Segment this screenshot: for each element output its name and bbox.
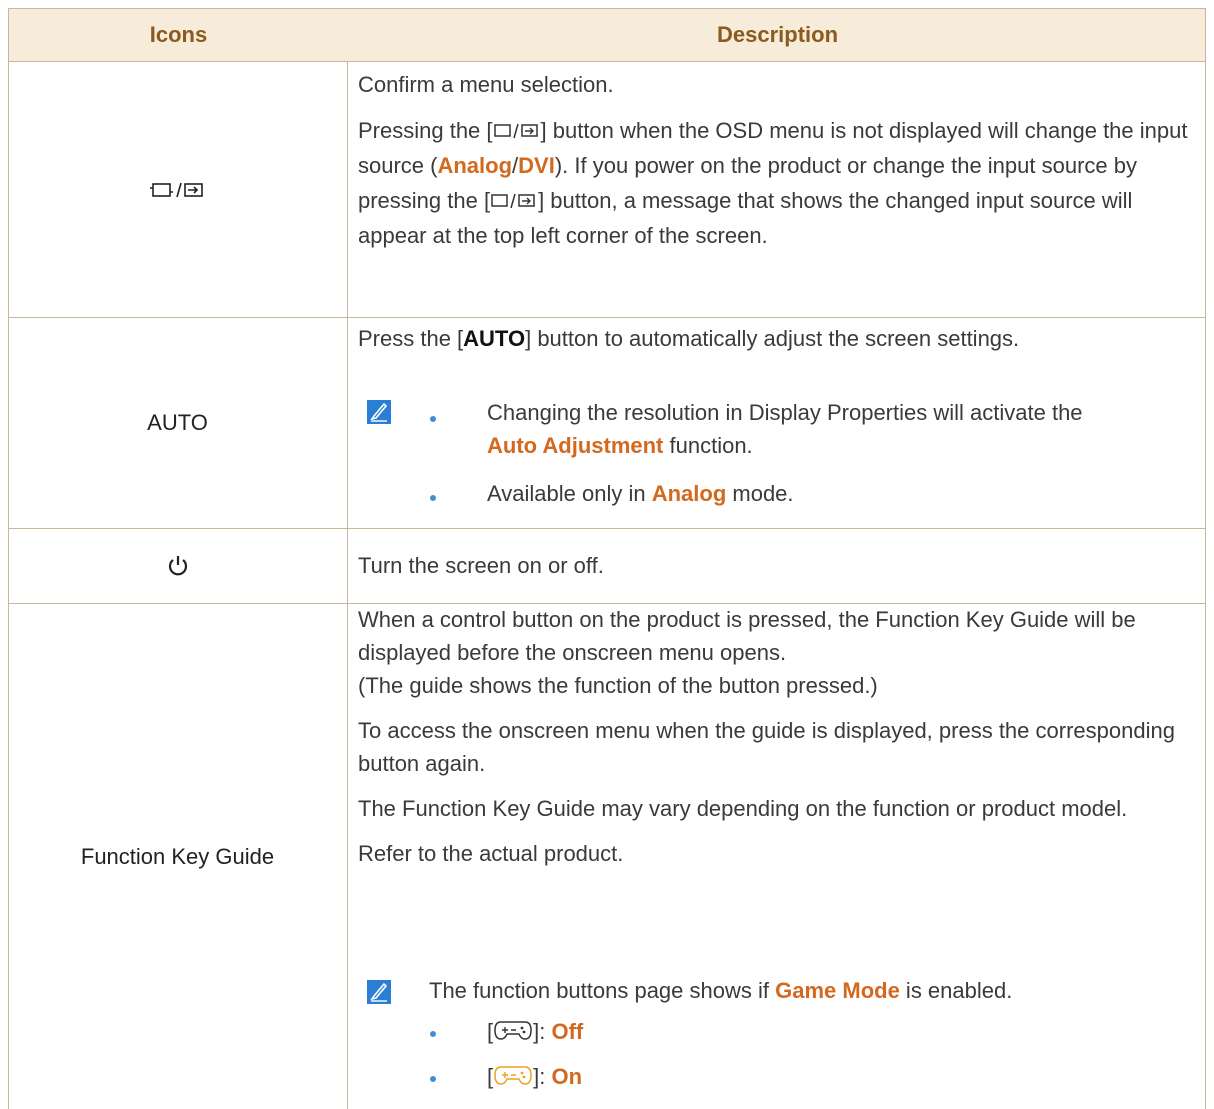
source-enter-icon — [493, 123, 538, 139]
power-icon — [8, 529, 347, 603]
fkg-paragraph-1: When a control button on the product is … — [358, 607, 1136, 665]
text: Press the [ — [358, 326, 464, 351]
source-enter-icon — [491, 193, 535, 209]
source-desc-line1: Confirm a menu selection. — [358, 72, 614, 97]
analog-highlight: Analog — [651, 481, 727, 506]
game-mode-note: The function buttons page shows if Game … — [429, 974, 1189, 1007]
function-key-guide-label: Function Key Guide — [80, 843, 275, 869]
fkg-paragraph-1b: (The guide shows the function of the but… — [358, 673, 878, 698]
auto-desc-line: Press the [AUTO] button to automatically… — [358, 322, 1198, 355]
auto-bullet-2: Available only in Analog mode. — [487, 477, 1187, 510]
power-description: Turn the screen on or off. — [358, 553, 604, 578]
auto-adjustment-highlight: Auto Adjustment — [487, 433, 664, 458]
fkg-description: When a control button on the product is … — [358, 603, 1198, 870]
auto-icon-label: AUTO — [147, 410, 208, 435]
source-enter-icon — [8, 62, 347, 317]
gamepad-icon — [494, 1066, 532, 1085]
text: is enabled. — [899, 978, 1013, 1003]
auto-keyword: AUTO — [463, 326, 526, 351]
auto-bullet-1: Changing the resolution in Display Prope… — [487, 396, 1187, 462]
source-description: Confirm a menu selection. Pressing the [… — [358, 68, 1198, 253]
auto-description: Press the [AUTO] button to automatically… — [358, 322, 1198, 355]
note-pencil-icon — [367, 400, 391, 424]
text: ]: — [533, 1064, 552, 1089]
text: Pressing the [ — [358, 118, 493, 143]
text: ] button to automatically adjust the scr… — [525, 326, 1020, 351]
source-desc-paragraph: Pressing the [] button when the OSD menu… — [358, 113, 1198, 253]
fkg-paragraph-2: To access the onscreen menu when the gui… — [358, 718, 1175, 776]
table-header: Icons Description — [8, 8, 1206, 62]
text: Changing the resolution in Display Prope… — [487, 400, 1083, 425]
game-mode-highlight: Game Mode — [775, 978, 900, 1003]
on-label: On — [551, 1064, 583, 1089]
off-label: Off — [551, 1019, 584, 1044]
bullet-dot — [430, 1076, 436, 1082]
fkg-paragraph-4: Refer to the actual product. — [358, 841, 624, 866]
note-pencil-icon — [367, 980, 391, 1004]
bullet-dot — [430, 416, 436, 422]
game-off-item: []: Off — [487, 1015, 583, 1048]
text: ]: — [533, 1019, 552, 1044]
bullet-dot — [430, 495, 436, 501]
analog-highlight: Analog — [437, 153, 513, 178]
fkg-paragraph-3: The Function Key Guide may vary dependin… — [358, 796, 1128, 821]
game-on-item: []: On — [487, 1060, 582, 1093]
header-description: Description — [716, 22, 839, 47]
text: function. — [663, 433, 753, 458]
text: Available only in — [487, 481, 652, 506]
gamepad-icon — [494, 1021, 532, 1040]
header-icons: Icons — [149, 22, 208, 47]
text: mode. — [726, 481, 794, 506]
text: The function buttons page shows if — [429, 978, 776, 1003]
dvi-highlight: DVI — [518, 153, 555, 178]
bullet-dot — [430, 1031, 436, 1037]
table-border-right — [1205, 8, 1206, 1109]
column-divider — [347, 62, 348, 1109]
